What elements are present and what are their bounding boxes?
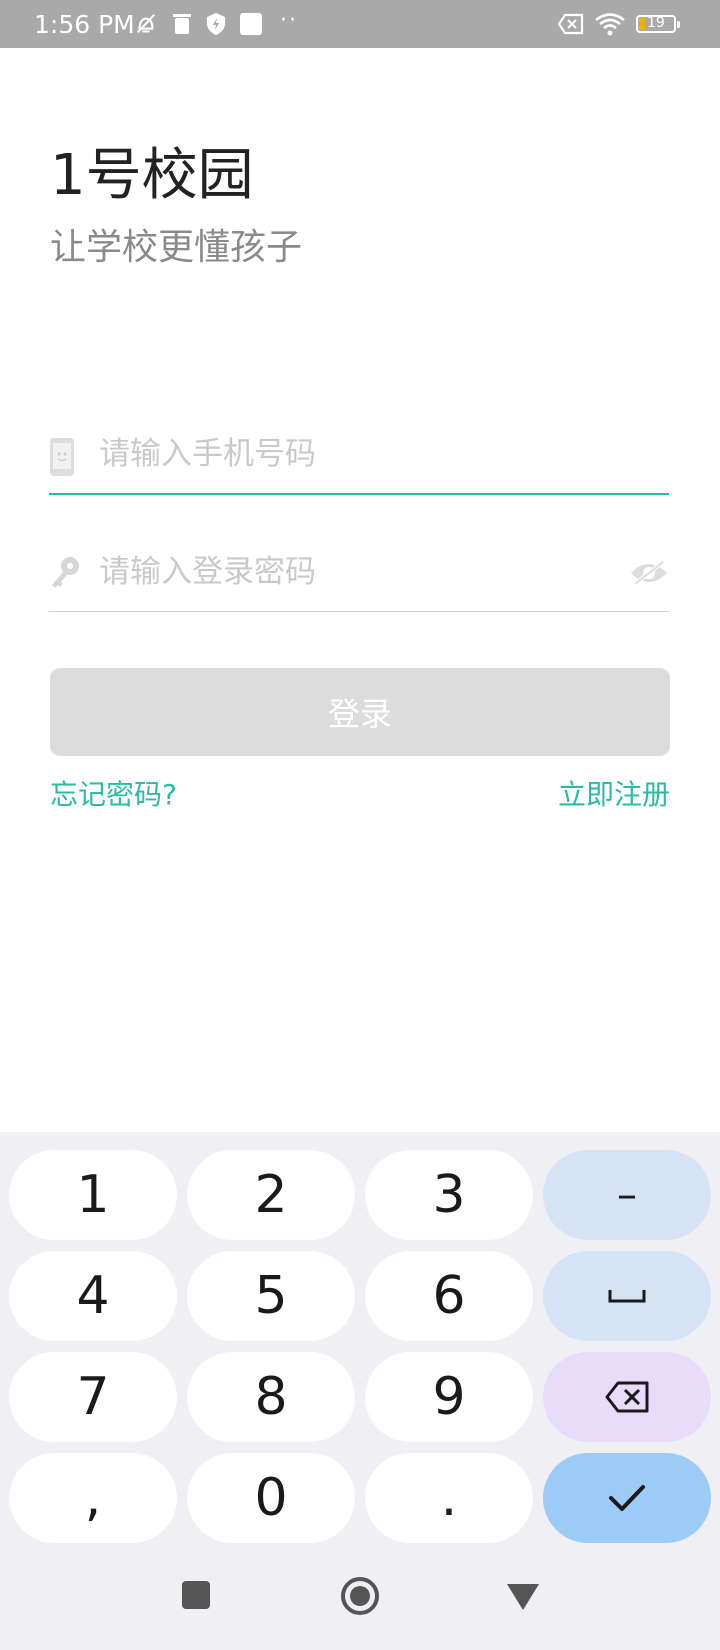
key-2[interactable]: 2 (187, 1150, 355, 1240)
login-button[interactable]: 登录 (50, 668, 670, 756)
numeric-keyboard: 1 2 3 – 4 5 6 7 8 9 , 0 . (0, 1132, 720, 1650)
more-dots-icon: ·· (280, 8, 298, 33)
password-input[interactable] (97, 549, 581, 595)
status-time: 1:56 PM (34, 10, 135, 39)
key-minus[interactable]: – (543, 1150, 711, 1240)
key-3[interactable]: 3 (365, 1150, 533, 1240)
shield-icon (207, 13, 225, 35)
square-icon (240, 13, 262, 35)
no-sim-icon (557, 13, 584, 35)
key-dot[interactable]: . (365, 1453, 533, 1543)
checkmark-icon (609, 1485, 645, 1511)
password-field[interactable] (49, 541, 669, 612)
app-title: 1号校园 (50, 143, 254, 208)
app-subtitle: 让学校更懂孩子 (50, 227, 303, 268)
muted-bell-icon (136, 14, 156, 34)
wifi-icon (595, 13, 625, 36)
eye-hidden-icon[interactable] (629, 559, 669, 587)
space-icon (608, 1290, 646, 1303)
key-backspace[interactable] (543, 1352, 711, 1442)
phone-field[interactable] (49, 423, 669, 495)
trash-icon (173, 14, 191, 34)
status-bar: 1:56 PM ·· 19 (0, 0, 720, 48)
forgot-password-link[interactable]: 忘记密码? (50, 776, 177, 814)
key-0[interactable]: 0 (187, 1453, 355, 1543)
navigation-bar (0, 1550, 720, 1650)
phone-input[interactable] (97, 431, 581, 477)
phone-icon (50, 438, 74, 476)
register-link[interactable]: 立即注册 (558, 776, 670, 814)
key-icon (52, 557, 79, 588)
battery-icon: 19 (636, 15, 680, 33)
key-space[interactable] (543, 1251, 711, 1341)
key-comma[interactable]: , (9, 1453, 177, 1543)
key-4[interactable]: 4 (9, 1251, 177, 1341)
key-8[interactable]: 8 (187, 1352, 355, 1442)
home-circle-icon[interactable] (340, 1576, 380, 1616)
key-6[interactable]: 6 (365, 1251, 533, 1341)
back-triangle-icon[interactable] (505, 1582, 541, 1612)
battery-level: 19 (647, 15, 665, 31)
key-1[interactable]: 1 (9, 1150, 177, 1240)
backspace-icon (605, 1381, 649, 1413)
recents-square-icon[interactable] (181, 1580, 211, 1610)
key-5[interactable]: 5 (187, 1251, 355, 1341)
key-7[interactable]: 7 (9, 1352, 177, 1442)
key-confirm[interactable] (543, 1453, 711, 1543)
key-9[interactable]: 9 (365, 1352, 533, 1442)
